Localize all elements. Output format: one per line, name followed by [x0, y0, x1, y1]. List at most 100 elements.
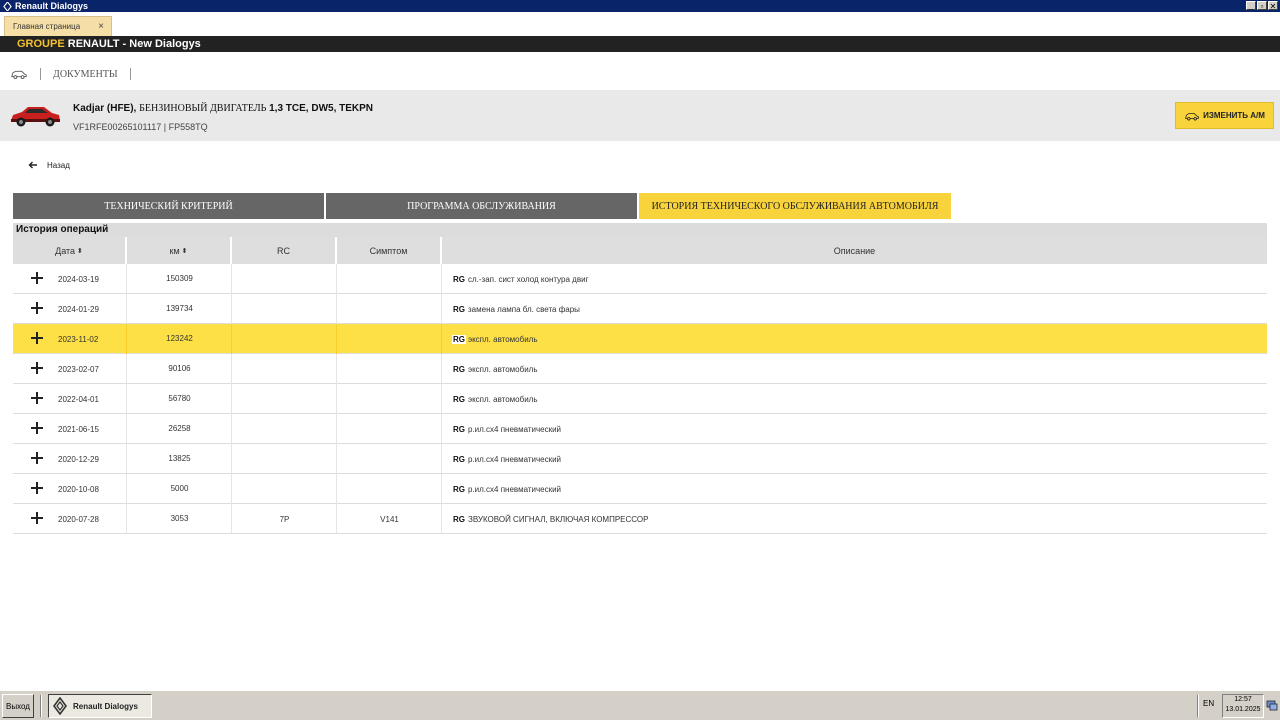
language-indicator[interactable]: EN [1203, 699, 1214, 708]
cell-date: 2024-03-19 [58, 274, 99, 284]
cell-km: 123242 [166, 333, 193, 343]
description-text: замена лампа бл. света фары [468, 304, 580, 314]
column-date-label: Дата [55, 245, 76, 256]
table-row[interactable]: 2023-02-07 90106 RG экспл. автомобиль [13, 354, 1267, 384]
back-label: Назад [47, 160, 70, 170]
expand-row-icon[interactable] [31, 332, 43, 344]
arrow-left-icon [28, 161, 37, 169]
crumb-divider [129, 68, 131, 80]
change-vehicle-label: ИЗМЕНИТЬ А/М [1203, 111, 1265, 120]
rg-badge: RG [453, 424, 465, 434]
change-vehicle-button[interactable]: ИЗМЕНИТЬ А/М [1175, 102, 1274, 129]
sort-icon: ⬍ [181, 247, 188, 255]
restore-button[interactable]: ▫ [1257, 1, 1267, 11]
minimize-button[interactable]: _ [1246, 1, 1256, 11]
column-divider [441, 444, 442, 474]
table-row[interactable]: 2022-04-01 56780 RG экспл. автомобиль [13, 384, 1267, 414]
taskbar: Выход Renault Dialogys EN 12:57 13.01.20… [0, 690, 1280, 720]
car-icon [1185, 112, 1199, 120]
close-window-button[interactable]: ✕ [1268, 1, 1278, 11]
cell-symptom: V141 [380, 514, 399, 524]
window-title-bar: Renault Dialogys _ ▫ ✕ [0, 0, 1280, 12]
cell-symptom [337, 264, 442, 294]
sort-icon: ⬍ [77, 247, 83, 255]
tab-service-program[interactable]: ПРОГРАММА ОБСЛУЖИВАНИЯ [326, 193, 637, 219]
cell-rc [232, 324, 337, 354]
vehicle-header: Kadjar (HFE), БЕНЗИНОВЫЙ ДВИГАТЕЛЬ 1,3 T… [0, 90, 1280, 141]
clock: 12:57 13.01.2025 [1222, 694, 1264, 718]
cell-rc [232, 354, 337, 384]
vehicle-title: Kadjar (HFE), БЕНЗИНОВЫЙ ДВИГАТЕЛЬ 1,3 T… [73, 103, 373, 114]
taskbar-app-label: Renault Dialogys [73, 701, 138, 711]
expand-row-icon[interactable] [31, 302, 43, 314]
brand-renault: RENAULT - [67, 38, 127, 50]
close-tab-icon[interactable]: × [98, 21, 104, 32]
cell-rc [232, 264, 337, 294]
breadcrumb: ДОКУМЕНТЫ [0, 64, 143, 84]
clock-time: 12:57 [1234, 696, 1252, 703]
column-header-date[interactable]: Дата ⬍ [13, 237, 127, 264]
tab-home-label: Главная страница [13, 22, 81, 31]
expand-row-icon[interactable] [31, 482, 43, 494]
brand-groupe: GROUPE [17, 38, 65, 50]
cell-date: 2020-07-28 [58, 514, 99, 524]
section-title: История операций [13, 223, 1267, 237]
rg-badge: RG [452, 334, 466, 344]
cell-km: 56780 [168, 393, 191, 403]
vehicle-engine: БЕНЗИНОВЫЙ ДВИГАТЕЛЬ [139, 103, 267, 114]
cell-km: 139734 [166, 303, 193, 313]
tab-technical-criteria[interactable]: ТЕХНИЧЕСКИЙ КРИТЕРИЙ [13, 193, 324, 219]
cell-km: 13825 [168, 453, 191, 463]
car-icon[interactable] [10, 68, 28, 80]
cell-description: RG р.ил.сх4 пневматический [452, 474, 1252, 504]
rg-badge: RG [453, 514, 465, 524]
cell-description: RG р.ил.сх4 пневматический [452, 444, 1252, 474]
description-text: экспл. автомобиль [468, 394, 538, 404]
column-header-symptom: Симптом [337, 237, 442, 264]
vehicle-model: Kadjar (HFE), [73, 103, 137, 114]
table-row[interactable]: 2024-03-19 150309 RG сл.-зап. сист холод ко… [13, 264, 1267, 294]
vehicle-image [11, 107, 60, 127]
cell-rc [232, 474, 337, 504]
cell-rc: 7P [279, 514, 290, 524]
table-row[interactable]: 2024-01-29 139734 RG замена лампа бл. света… [13, 294, 1267, 324]
rg-badge: RG [453, 454, 465, 464]
description-text: экспл. автомобиль [468, 334, 538, 344]
column-header-km[interactable]: км ⬍ [127, 237, 232, 264]
expand-row-icon[interactable] [31, 272, 43, 284]
description-text: р.ил.сх4 пневматический [468, 424, 562, 434]
expand-row-icon[interactable] [31, 452, 43, 464]
document-tab-strip: Главная страница × [0, 12, 1280, 36]
cell-symptom [337, 354, 442, 384]
column-divider [441, 474, 442, 504]
cell-rc [232, 384, 337, 414]
cell-date: 2023-11-02 [58, 334, 99, 344]
cell-date: 2022-04-01 [58, 394, 99, 404]
cell-symptom [337, 444, 442, 474]
cell-km: 3053 [170, 513, 189, 523]
renault-logo-icon [3, 1, 12, 11]
table-row[interactable]: 2021-06-15 26258 RG р.ил.сх4 пневматический [13, 414, 1267, 444]
rg-badge: RG [453, 304, 465, 314]
rg-badge: RG [453, 274, 465, 284]
back-button[interactable]: Назад [28, 160, 70, 170]
expand-row-icon[interactable] [31, 362, 43, 374]
expand-row-icon[interactable] [31, 392, 43, 404]
expand-row-icon[interactable] [31, 422, 43, 434]
exit-button[interactable]: Выход [2, 694, 34, 718]
table-row[interactable]: 2020-10-08 5000 RG р.ил.сх4 пневматический [13, 474, 1267, 504]
tab-maintenance-history[interactable]: ИСТОРИЯ ТЕХНИЧЕСКОГО ОБСЛУЖИВАНИЯ АВТОМО… [639, 193, 951, 219]
cell-km: 90106 [168, 363, 191, 373]
tab-home[interactable]: Главная страница × [4, 16, 112, 36]
table-row[interactable]: 2020-07-28 3053 7P V141 RG ЗВУКОВОЙ СИГНАЛ, В… [13, 504, 1267, 534]
expand-row-icon[interactable] [31, 512, 43, 524]
taskbar-app-button[interactable]: Renault Dialogys [48, 694, 152, 718]
table-row[interactable]: 2020-12-29 13825 RG р.ил.сх4 пневматический [13, 444, 1267, 474]
cell-symptom [337, 474, 442, 504]
table-row[interactable]: 2023-11-02 123242 RG экспл. автомобиль [13, 324, 1267, 354]
network-icon[interactable] [1266, 699, 1278, 711]
vehicle-vin: VF1RFE00265101117 | FP558TQ [73, 122, 208, 132]
cell-date: 2021-06-15 [58, 424, 99, 434]
documents-link[interactable]: ДОКУМЕНТЫ [53, 69, 118, 80]
cell-symptom [337, 414, 442, 444]
